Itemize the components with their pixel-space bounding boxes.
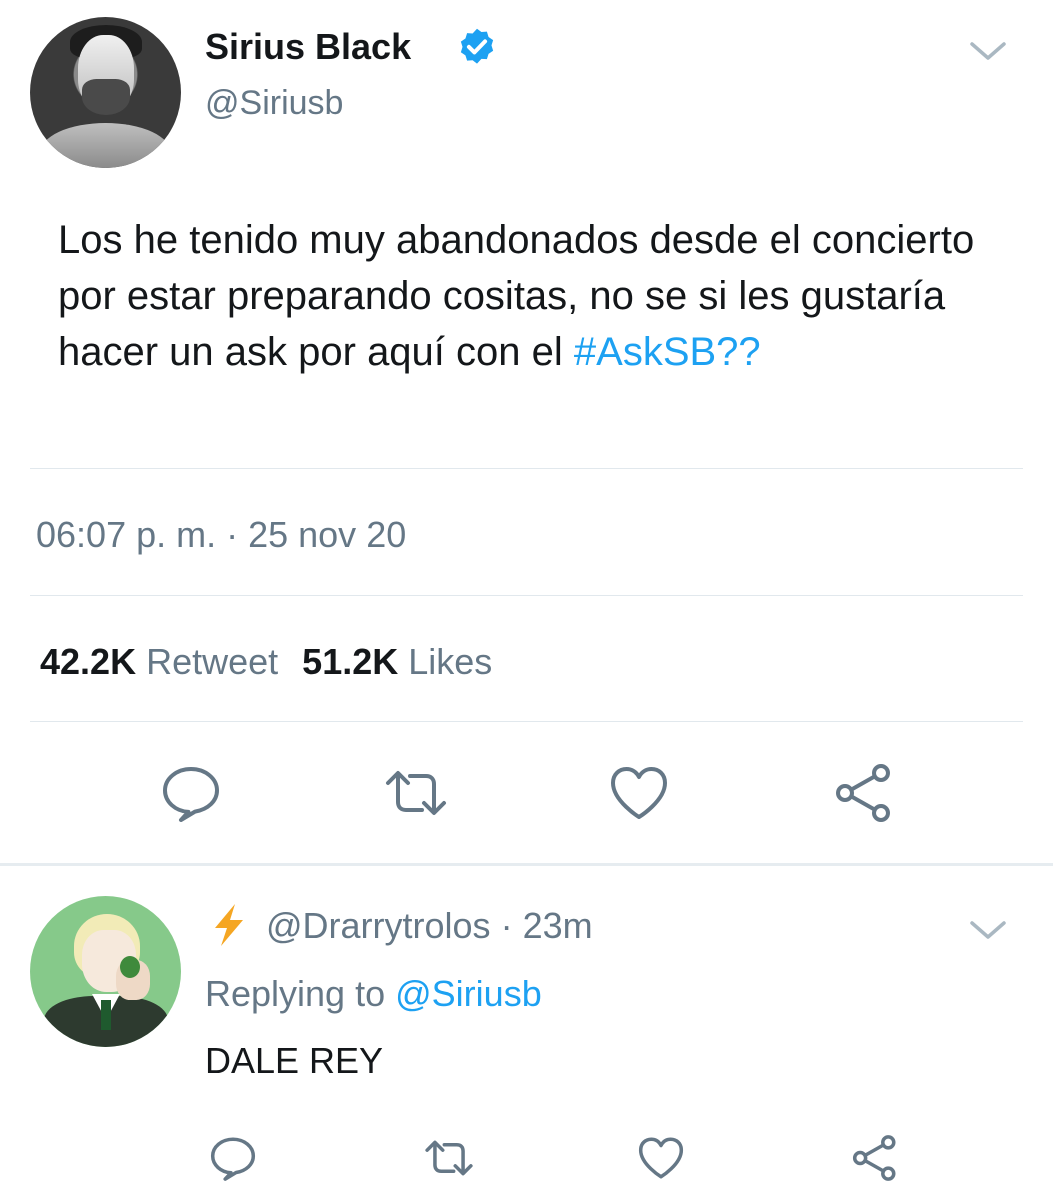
replying-to-line: Replying to @Siriusb [205,973,542,1015]
like-icon [638,1137,684,1179]
likes-label: Likes [408,641,493,682]
likes-stat[interactable]: 51.2K Likes [302,641,492,682]
divider [30,468,1023,469]
likes-count: 51.2K [302,641,399,682]
reply-icon [210,1137,256,1181]
engagement-stats: 42.2K Retweet 51.2K Likes [40,641,492,683]
divider [30,595,1023,596]
hashtag-link[interactable]: #AskSB?? [574,330,761,374]
reply-like-button[interactable] [636,1133,686,1183]
chevron-down-icon[interactable] [966,36,1010,66]
like-button[interactable] [607,761,671,825]
verified-badge-icon [460,28,494,64]
reply-text: DALE REY [205,1040,384,1081]
tweet-text: Los he tenido muy abandonados desde el c… [58,212,1018,380]
reply-share-button[interactable] [850,1133,900,1183]
author-avatar[interactable] [30,17,181,168]
reply-icon [163,767,219,822]
replying-to-label: Replying to [205,973,386,1014]
reply-author-handle[interactable]: @Drarrytrolos [266,905,491,946]
tweet-timestamp: 06:07 p. m. · 25 nov 20 [36,514,407,555]
chevron-down-icon[interactable] [966,915,1010,945]
share-icon [836,764,890,822]
share-button[interactable] [832,761,896,825]
author-handle[interactable]: @Siriusb [205,84,343,123]
reply-author-avatar[interactable] [30,896,181,1047]
share-icon [852,1135,896,1181]
retweets-label: Retweet [146,641,279,682]
retweet-icon [386,771,446,815]
retweets-count: 42.2K [40,641,137,682]
divider [30,721,1023,722]
retweet-icon [425,1140,473,1176]
author-display-name[interactable]: Sirius Black [205,26,411,68]
like-icon [611,767,667,819]
reply-time: · 23m [500,905,593,946]
lightning-bolt-icon [215,904,243,946]
reply-button[interactable] [159,761,223,825]
section-separator [0,863,1053,866]
reply-retweet-button[interactable] [424,1133,474,1183]
reply-reply-button[interactable] [208,1133,258,1183]
tweet-text-body: Los he tenido muy abandonados desde el c… [58,218,975,374]
retweet-button[interactable] [384,761,448,825]
retweets-stat[interactable]: 42.2K Retweet [40,641,278,682]
replying-to-mention[interactable]: @Siriusb [395,973,542,1014]
reply-author-line: @Drarrytrolos · 23m [266,905,593,947]
